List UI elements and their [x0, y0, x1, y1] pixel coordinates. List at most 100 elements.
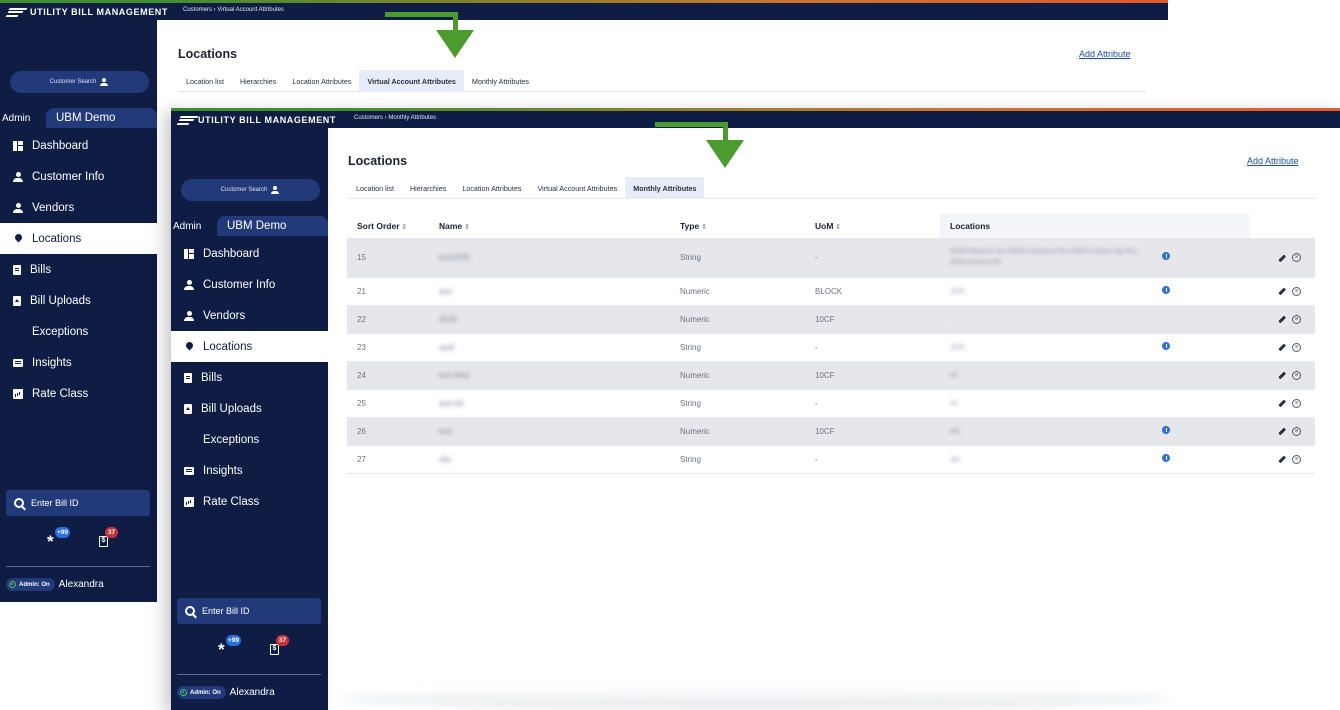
tab-virtual-account-attributes[interactable]: Virtual Account Attributes: [359, 70, 464, 92]
user-name[interactable]: Alexandra: [59, 579, 104, 590]
delete-icon[interactable]: ×: [1292, 253, 1301, 263]
cell-sort-order-value: 15: [357, 252, 366, 262]
add-attribute-link[interactable]: Add Attribute: [1247, 156, 1299, 166]
edit-icon[interactable]: [1278, 287, 1286, 296]
tab-virtual-account-attributes[interactable]: Virtual Account Attributes: [529, 177, 625, 199]
info-icon[interactable]: [1162, 454, 1170, 462]
col-type[interactable]: Type ⇕: [670, 214, 805, 238]
row-actions: ×: [1278, 371, 1301, 381]
admin-toggle[interactable]: Admin: On: [6, 578, 55, 591]
notification-badge: +99: [226, 635, 242, 646]
cell-locations-value: -: [950, 315, 953, 323]
pending-bills-button[interactable]: $ 37: [95, 527, 118, 550]
sidebar-item-locations[interactable]: Locations: [171, 331, 328, 362]
info-icon[interactable]: [1162, 426, 1170, 434]
tab-hierarchies[interactable]: Hierarchies: [232, 70, 284, 92]
delete-icon[interactable]: ×: [1292, 371, 1301, 381]
tab-location-attributes[interactable]: Location Attributes: [284, 70, 359, 92]
edit-icon[interactable]: [1278, 371, 1286, 380]
edit-icon[interactable]: [1278, 254, 1286, 262]
cell-name: test Mea: [429, 361, 670, 390]
edit-icon[interactable]: [1278, 427, 1286, 436]
sidebar-item-dashboard[interactable]: Dashboard: [171, 238, 328, 269]
cell-locations: abc: [940, 417, 1152, 446]
user-name[interactable]: Alexandra: [230, 687, 275, 698]
delete-icon[interactable]: ×: [1292, 399, 1301, 409]
tab-hierarchies[interactable]: Hierarchies: [402, 177, 454, 199]
col-uom[interactable]: UoM ⇕: [805, 214, 940, 238]
cell-type: String: [670, 389, 805, 418]
admin-status: Admin: On Alexandra: [6, 578, 104, 591]
sidebar-item-exceptions[interactable]: ! Exceptions: [0, 316, 157, 347]
delete-icon[interactable]: ×: [1292, 287, 1301, 297]
insights-icon: [13, 358, 23, 367]
edit-icon[interactable]: [1278, 315, 1286, 324]
notifications-button[interactable]: * +99: [216, 635, 242, 658]
cell-sort-order: 27: [347, 445, 429, 474]
cell-name-value: abc: [439, 454, 452, 464]
customer-search-button[interactable]: Customer Search: [181, 179, 320, 201]
cell-info: [1152, 305, 1250, 334]
edit-icon[interactable]: [1278, 399, 1286, 408]
sidebar-item-vendors[interactable]: Vendors: [0, 192, 157, 223]
cell-locations: 00000 Madison St | 00000 Cranberry PA | …: [940, 238, 1152, 278]
info-icon[interactable]: [1162, 286, 1170, 294]
bill-id-search[interactable]: [177, 598, 321, 624]
page-title: Locations: [178, 47, 238, 61]
add-attribute-link[interactable]: Add Attribute: [1079, 49, 1131, 59]
tab-location-list[interactable]: Location list: [348, 177, 402, 199]
sidebar-item-customer-info[interactable]: Customer Info: [171, 269, 328, 300]
admin-toggle[interactable]: Admin: On: [177, 686, 226, 699]
bill-id-input[interactable]: [31, 498, 141, 508]
cell-uom-value: -: [815, 398, 818, 408]
tab-location-attributes[interactable]: Location Attributes: [454, 177, 529, 199]
bill-id-search[interactable]: [6, 490, 150, 516]
col-name[interactable]: Name ⇕: [429, 214, 670, 238]
customer-search-button[interactable]: Customer Search: [10, 71, 149, 93]
brand-logo[interactable]: UTILITY BILL MANAGEMENT: [0, 0, 168, 20]
bill-id-input[interactable]: [202, 606, 312, 616]
brand-logo[interactable]: UTILITY BILL MANAGEMENT: [171, 108, 336, 128]
sidebar-divider: [177, 674, 321, 675]
top-bar: UTILITY BILL MANAGEMENT Customers › Mont…: [171, 108, 1340, 128]
delete-icon[interactable]: ×: [1292, 315, 1301, 325]
edit-icon[interactable]: [1278, 343, 1286, 352]
sidebar-item-customer-info[interactable]: Customer Info: [0, 161, 157, 192]
org-selector[interactable]: UBM Demo: [46, 108, 157, 128]
pending-bills-button[interactable]: $ 37: [266, 635, 289, 658]
org-selector[interactable]: UBM Demo: [217, 216, 328, 236]
sidebar-item-locations[interactable]: Locations: [0, 223, 157, 254]
sidebar-item-rate-class[interactable]: Rate Class: [171, 486, 328, 517]
tab-location-list[interactable]: Location list: [178, 70, 232, 92]
sidebar-item-insights[interactable]: Insights: [0, 347, 157, 378]
sidebar-item-bill-uploads[interactable]: Bill Uploads: [171, 393, 328, 424]
sidebar-item-exceptions[interactable]: ! Exceptions: [171, 424, 328, 455]
col-sort-order[interactable]: Sort Order ⇕: [347, 214, 429, 238]
notifications-button[interactable]: * +99: [45, 527, 71, 550]
sidebar-item-bills[interactable]: Bills: [0, 254, 157, 285]
breadcrumb[interactable]: Customers › Virtual Account Attributes: [183, 0, 284, 20]
info-icon[interactable]: [1162, 342, 1170, 350]
tab-monthly-attributes[interactable]: Monthly Attributes: [464, 70, 537, 92]
col-actions: [1250, 214, 1315, 238]
breadcrumb[interactable]: Customers › Monthly Attributes: [354, 108, 436, 128]
delete-icon[interactable]: ×: [1292, 427, 1301, 437]
sidebar-item-bills[interactable]: Bills: [171, 362, 328, 393]
cell-name: asdf: [429, 333, 670, 362]
row-actions: ×: [1278, 343, 1301, 353]
sidebar-item-bill-uploads[interactable]: Bill Uploads: [0, 285, 157, 316]
sidebar-item-dashboard[interactable]: Dashboard: [0, 130, 157, 161]
document-icon: [13, 264, 21, 275]
delete-icon[interactable]: ×: [1292, 455, 1301, 465]
tab-monthly-attributes[interactable]: Monthly Attributes: [625, 177, 705, 199]
cell-locations-value: All: [950, 371, 958, 379]
info-icon[interactable]: [1162, 252, 1170, 261]
edit-icon[interactable]: [1278, 455, 1286, 464]
upload-icon: [184, 403, 192, 414]
sidebar-item-insights[interactable]: Insights: [171, 455, 328, 486]
sidebar-item-label: Bill Uploads: [30, 294, 91, 307]
delete-icon[interactable]: ×: [1292, 343, 1301, 353]
sidebar-item-rate-class[interactable]: Rate Class: [0, 378, 157, 409]
sidebar-item-vendors[interactable]: Vendors: [171, 300, 328, 331]
ubm-logo-icon: [176, 115, 199, 125]
